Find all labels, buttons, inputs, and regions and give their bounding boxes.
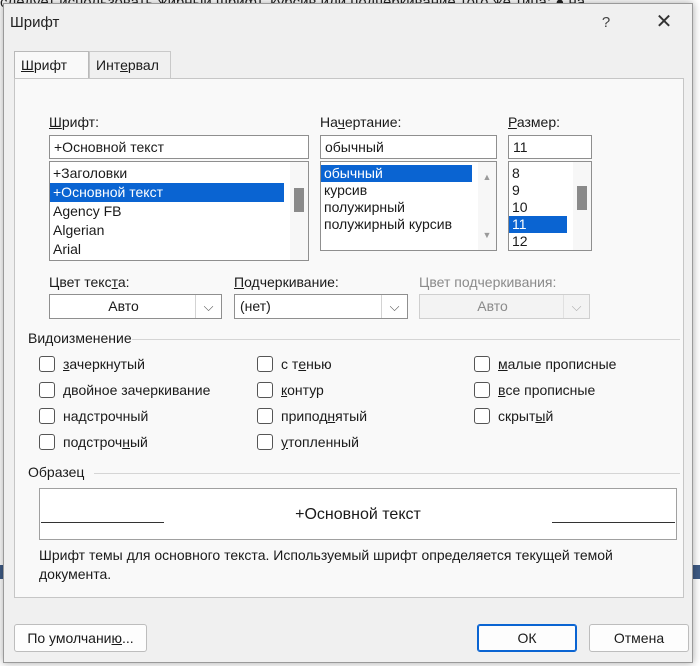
- preview-divider: [94, 473, 680, 474]
- ok-button[interactable]: ОК: [477, 624, 577, 652]
- chevron-down-icon[interactable]: ⌵: [195, 295, 221, 318]
- size-list[interactable]: 8 9 10 11 12: [508, 161, 592, 251]
- style-label: Начертание:: [320, 114, 402, 130]
- checkbox-box[interactable]: [257, 408, 273, 424]
- text-color-value: Авто: [108, 298, 139, 314]
- checkbox-emboss[interactable]: припод н ятый: [257, 406, 367, 426]
- checkbox-box[interactable]: [474, 408, 490, 424]
- checkbox-small-caps[interactable]: м алые прописные: [474, 354, 616, 374]
- scrollbar-thumb[interactable]: [577, 186, 587, 210]
- scroll-down-icon[interactable]: ▼: [482, 230, 492, 240]
- checkbox-box[interactable]: [257, 382, 273, 398]
- effects-divider: [132, 339, 680, 340]
- checkbox-box[interactable]: [257, 356, 273, 372]
- checkbox-box[interactable]: [39, 356, 55, 372]
- chevron-down-icon[interactable]: ⌵: [563, 295, 589, 318]
- underline-label: Подчеркивание:: [234, 274, 339, 290]
- checkbox-double-strikethrough[interactable]: д войное зачеркивание: [39, 380, 210, 400]
- font-label: Шрифт:: [49, 114, 99, 130]
- scrollbar-thumb[interactable]: [294, 188, 304, 212]
- checkbox-subscript[interactable]: подстроч н ый: [39, 432, 148, 452]
- effects-title: Видоизменение: [28, 330, 132, 346]
- preview-description: Шрифт темы для основного текста. Использ…: [39, 547, 613, 582]
- preview-box: +Основной текст: [39, 488, 677, 540]
- checkbox-superscript[interactable]: на д строчный: [39, 406, 148, 426]
- list-item-selected[interactable]: +Основной текст: [50, 183, 284, 202]
- preview-text: +Основной текст: [295, 506, 421, 523]
- font-dialog: Шрифт ? ✕ Шрифт Интервал Шрифт: +Основно…: [3, 3, 693, 663]
- preview-title: Образец: [28, 464, 85, 480]
- list-item[interactable]: Arial: [50, 240, 308, 259]
- list-item[interactable]: +Заголовки: [50, 164, 308, 183]
- style-list[interactable]: обычный курсив полужирный полужирный кур…: [320, 161, 497, 251]
- tab-spacing[interactable]: Интервал: [89, 51, 171, 79]
- style-input[interactable]: обычный: [320, 135, 497, 159]
- checkbox-outline[interactable]: к онтур: [257, 380, 324, 400]
- underline-value: (нет): [240, 298, 271, 314]
- list-item-selected[interactable]: 11: [509, 216, 567, 233]
- list-item[interactable]: полужирный курсив: [321, 216, 496, 233]
- tab-font[interactable]: Шрифт: [14, 51, 89, 80]
- size-label: Размер:: [508, 114, 561, 130]
- chevron-down-icon[interactable]: ⌵: [381, 295, 407, 318]
- set-default-button[interactable]: По умолчанию...: [14, 624, 147, 652]
- checkbox-box[interactable]: [39, 408, 55, 424]
- checkbox-strikethrough[interactable]: з ачеркнутый: [39, 354, 145, 374]
- style-list-scrollbar[interactable]: ▲ ▼: [478, 162, 496, 250]
- dialog-title: Шрифт: [10, 14, 60, 31]
- font-list[interactable]: +Заголовки +Основной текст Agency FB Alg…: [49, 161, 309, 261]
- checkbox-hidden[interactable]: скрыт ы й: [474, 406, 553, 426]
- checkbox-all-caps[interactable]: в се прописные: [474, 380, 595, 400]
- text-color-label: Цвет текста:: [49, 274, 130, 290]
- checkbox-box[interactable]: [474, 356, 490, 372]
- checkbox-engrave[interactable]: у топленный: [257, 432, 359, 452]
- font-input[interactable]: +Основной текст: [49, 135, 309, 159]
- underline-color-value: Авто: [477, 298, 508, 314]
- underline-select[interactable]: (нет) ⌵: [234, 294, 408, 319]
- underline-color-select[interactable]: Авто ⌵: [419, 294, 590, 319]
- list-item[interactable]: Algerian: [50, 221, 308, 240]
- font-list-scrollbar[interactable]: [290, 162, 308, 260]
- checkbox-box[interactable]: [474, 382, 490, 398]
- checkbox-box[interactable]: [257, 434, 273, 450]
- scroll-up-icon[interactable]: ▲: [482, 172, 492, 182]
- close-button[interactable]: ✕: [652, 10, 676, 34]
- text-color-select[interactable]: Авто ⌵: [49, 294, 222, 319]
- list-item[interactable]: Agency FB: [50, 202, 308, 221]
- size-list-scrollbar[interactable]: [573, 162, 591, 250]
- list-item-selected[interactable]: обычный: [321, 165, 472, 182]
- underline-color-label: Цвет подчеркивания:: [419, 274, 557, 290]
- checkbox-box[interactable]: [39, 382, 55, 398]
- help-button[interactable]: ?: [596, 14, 616, 34]
- list-item[interactable]: курсив: [321, 182, 496, 199]
- checkbox-box[interactable]: [39, 434, 55, 450]
- list-item[interactable]: полужирный: [321, 199, 496, 216]
- cancel-button[interactable]: Отмена: [589, 624, 689, 652]
- checkbox-shadow[interactable]: с т е нью: [257, 354, 332, 374]
- size-input[interactable]: 11: [508, 135, 592, 159]
